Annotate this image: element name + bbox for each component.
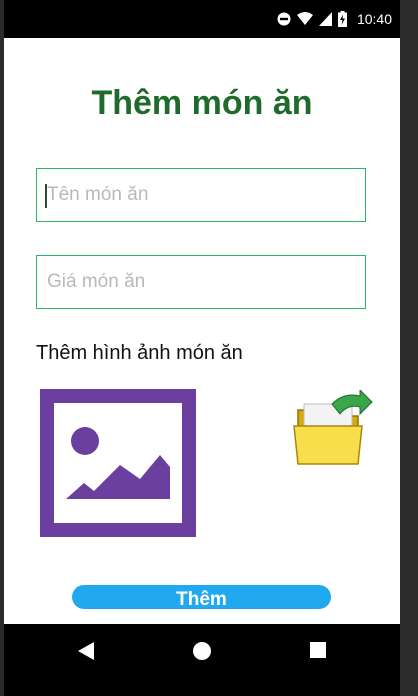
status-bar: 10:40 — [4, 0, 400, 38]
signal-icon — [318, 12, 332, 26]
battery-charging-icon — [337, 11, 347, 27]
app-screen: Thêm món ăn Tên món ăn Giá món ăn Thêm h… — [4, 38, 400, 624]
dish-name-input[interactable]: Tên món ăn — [36, 168, 366, 222]
device-frame: 10:40 Thêm món ăn Tên món ăn Giá món ăn … — [4, 0, 400, 696]
dish-name-placeholder: Tên món ăn — [47, 184, 149, 205]
page-title: Thêm món ăn — [91, 84, 313, 122]
folder-open-icon[interactable] — [292, 390, 374, 468]
recents-icon[interactable] — [310, 642, 326, 658]
status-icons: 10:40 — [277, 10, 392, 28]
wifi-icon — [296, 12, 313, 25]
add-dish-button[interactable]: Thêm — [72, 585, 331, 609]
dish-price-input[interactable]: Giá món ăn — [36, 255, 366, 309]
home-icon[interactable] — [193, 642, 211, 660]
image-placeholder-icon[interactable] — [40, 389, 196, 537]
image-section-label: Thêm hình ảnh món ăn — [36, 342, 243, 364]
text-caret — [45, 184, 47, 208]
status-time: 10:40 — [356, 11, 392, 27]
dish-price-placeholder: Giá món ăn — [47, 271, 146, 292]
do-not-disturb-icon — [277, 12, 291, 26]
navigation-bar — [4, 624, 400, 678]
back-icon[interactable] — [78, 642, 94, 660]
